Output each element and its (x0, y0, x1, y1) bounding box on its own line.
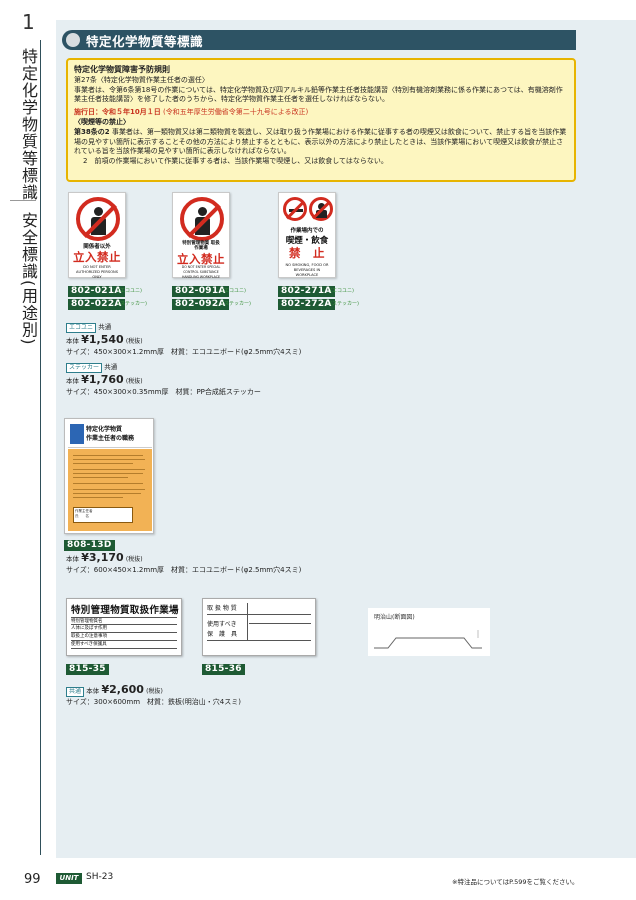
sign-big-text: 立入禁止 (73, 250, 121, 264)
article-27-heading: 第27条〈特定化学物質作業主任者の選任〉 (74, 75, 209, 84)
body-label: 本体 (66, 377, 79, 385)
enforcement-date: 施行日：令和５年10月１日 (74, 108, 161, 117)
metal-sign-row: 人体に及ぼす作用 (71, 625, 177, 633)
product-code: 802-271A (278, 286, 335, 297)
tax-label: (税抜) (125, 338, 143, 345)
product-code: 802-021A (68, 286, 125, 297)
product-code: 802-022A (68, 299, 125, 310)
name-label: 氏 名 (75, 514, 89, 518)
body-label: 本体 (86, 687, 100, 695)
article-27-body: 事業者は、令第6条第18号の作業については、特定化学物質及び四アルキル鉛等作業主… (74, 85, 563, 104)
metal-sign-row: 取 扱 物 質 (207, 603, 311, 615)
metal-sign-handling-substance: 取 扱 物 質 使用すべき 保 護 具 (202, 598, 316, 656)
spec-text: サイズ：600×450×1.2mm厚 材質：エコユニボード(φ2.5mm穴4スミ… (66, 566, 302, 574)
spec-text: サイズ：450×300×0.35mm厚 材質：PP合成紙ステッカー (66, 388, 261, 396)
sign-no-smoking-food: 作業場内での 喫煙・飲食 禁 止 NO SMOKING, FOOD OR BEV… (278, 192, 336, 278)
regulation-box: 特定化学物質障害予防規則 第27条〈特定化学物質作業主任者の選任〉 事業者は、令… (66, 58, 576, 182)
metal-sign-title: 特別管理物質取扱作業場 (71, 605, 179, 616)
common-label: 共通 (98, 323, 112, 331)
price-block-metal: 共通 本体 ¥2,600 (税抜) サイズ：300×600mm 材質：鉄板(明治… (66, 683, 241, 707)
cross-section-profile (374, 630, 482, 649)
rail-divider-line (40, 40, 41, 855)
tax-label: (税抜) (146, 688, 163, 695)
prohibition-icon (76, 197, 120, 241)
no-eating-icon (309, 197, 333, 221)
body-label: 本体 (66, 555, 79, 563)
metal-sign-row: 使用すべき保護具 (71, 641, 177, 649)
metal-sign-row: 特別管理物質名 (71, 617, 177, 625)
product-code: 802-092A (172, 299, 229, 310)
enforcement-note: (令和五年厚生労働省令第二十九号による改正) (162, 108, 309, 117)
material-badge: 共通 (66, 687, 85, 697)
tax-label: (税抜) (125, 378, 143, 385)
metal-sign-row: 取扱上の注意事項 (71, 633, 177, 641)
role-title-line1: 特定化学物質 (86, 426, 123, 433)
sign-english-text: DO NOT ENTER SPECIAL CONTROL SUBSTANCE H… (181, 265, 221, 279)
material-badge: エコユニ (66, 323, 97, 333)
sign-english-text: DO NOT ENTER AUTHORIZED PERSONS ONLY (75, 265, 119, 279)
price-block-role: 本体 ¥3,170 (税抜) サイズ：600×450×1.2mm厚 材質：エコユ… (66, 551, 302, 575)
rail-separator (10, 200, 36, 201)
regulation-title: 特定化学物質障害予防規則 (74, 65, 170, 74)
cross-section-diagram: 明治山(断面図) (368, 608, 490, 656)
sign-authorized-only: 関係者以外 立入禁止 DO NOT ENTER AUTHORIZED PERSO… (68, 192, 126, 279)
page-number: 99 (24, 872, 41, 887)
price-block-sticker: ステッカー 共通 本体 ¥1,760 (税抜) サイズ：450×300×0.35… (66, 362, 261, 397)
sign-small-text: 特別管理物質 取扱作業場 (182, 241, 220, 251)
sign-english-text: NO SMOKING, FOOD OR BEVERAGES IN WORKPLA… (285, 263, 329, 277)
price: ¥1,760 (81, 373, 124, 386)
product-code-note: (エコユニ) (222, 288, 246, 294)
brand-logo: UNIT (56, 873, 82, 884)
price-block-eco: エコユニ 共通 本体 ¥1,540 (税抜) サイズ：450×300×1.2mm… (66, 322, 301, 357)
sign-chief-duties: 特定化学物質 作業主任者の職務 作業主任者 氏 名 (64, 418, 154, 534)
price: ¥1,540 (81, 333, 124, 346)
metal-sign-row: 保 護 具 (207, 629, 311, 641)
article-38-label: 第38条の2 (74, 127, 110, 136)
sign-big-text: 禁 止 (289, 246, 325, 260)
tax-label: (税抜) (125, 556, 143, 563)
chief-name-box: 作業主任者 氏 名 (73, 507, 133, 523)
section-dot-icon (66, 33, 80, 47)
price: ¥2,600 (101, 683, 144, 696)
side-rail: 1 特定化学物質等標識 安全標識(用途別) (0, 0, 56, 900)
section-title: 特定化学物質等標識 (86, 33, 204, 49)
body-label: 本体 (66, 337, 79, 345)
product-code-note: (エコユニ) (118, 288, 142, 294)
footer-note: ※特注品についてはP.599をご覧ください。 (452, 878, 579, 886)
metal-sign-special-substance: 特別管理物質取扱作業場 特別管理物質名 人体に及ぼす作用 取扱上の注意事項 使用… (66, 598, 182, 656)
product-code: 808-13D (64, 540, 115, 551)
price: ¥3,170 (81, 551, 124, 564)
material-badge: ステッカー (66, 363, 103, 373)
product-code: 815-35 (66, 664, 109, 675)
spec-text: サイズ：450×300×1.2mm厚 材質：エコユニボード(φ2.5mm穴4スミ… (66, 348, 302, 356)
product-code: 802-272A (278, 299, 335, 310)
product-code-note: (ステッカー) (222, 301, 251, 307)
no-smoking-icon (283, 197, 307, 221)
article-38-body: 事業者は、第一類物質又は第二類物質を製造し、又は取り扱う作業場における作業に従事… (74, 127, 567, 156)
role-duties-body: 作業主任者 氏 名 (68, 449, 152, 531)
product-code-note: (エコユニ) (330, 288, 354, 294)
category-secondary: 安全標識(用途別) (19, 212, 38, 346)
chapter-number: 1 (22, 10, 35, 34)
product-code: 802-091A (172, 286, 229, 297)
spec-text: サイズ：300×600mm 材質：鉄板(明治山・穴4スミ) (66, 698, 241, 706)
sign-special-control-substance: 特別管理物質 取扱作業場 立入禁止 DO NOT ENTER SPECIAL C… (172, 192, 230, 279)
role-title-line2: 作業主任者の職務 (86, 435, 135, 442)
prohibition-icon (180, 197, 224, 241)
common-label: 共通 (104, 363, 118, 371)
article-38-heading: 〈喫煙等の禁止〉 (74, 117, 130, 126)
page-code: SH-23 (86, 872, 114, 882)
flask-icon (70, 424, 84, 444)
product-code: 815-36 (202, 664, 245, 675)
product-code-note: (ステッカー) (118, 301, 147, 307)
sign-small-text: 作業場内での (290, 228, 324, 234)
product-code-note: (ステッカー) (330, 301, 359, 307)
article-38-item-2: 2 前項の作業場において作業に従事する者は、当該作業場で喫煙し、又は飲食してはな… (83, 157, 388, 166)
section-header: 特定化学物質等標識 (62, 30, 576, 50)
category-primary: 特定化学物質等標識 (19, 48, 38, 201)
